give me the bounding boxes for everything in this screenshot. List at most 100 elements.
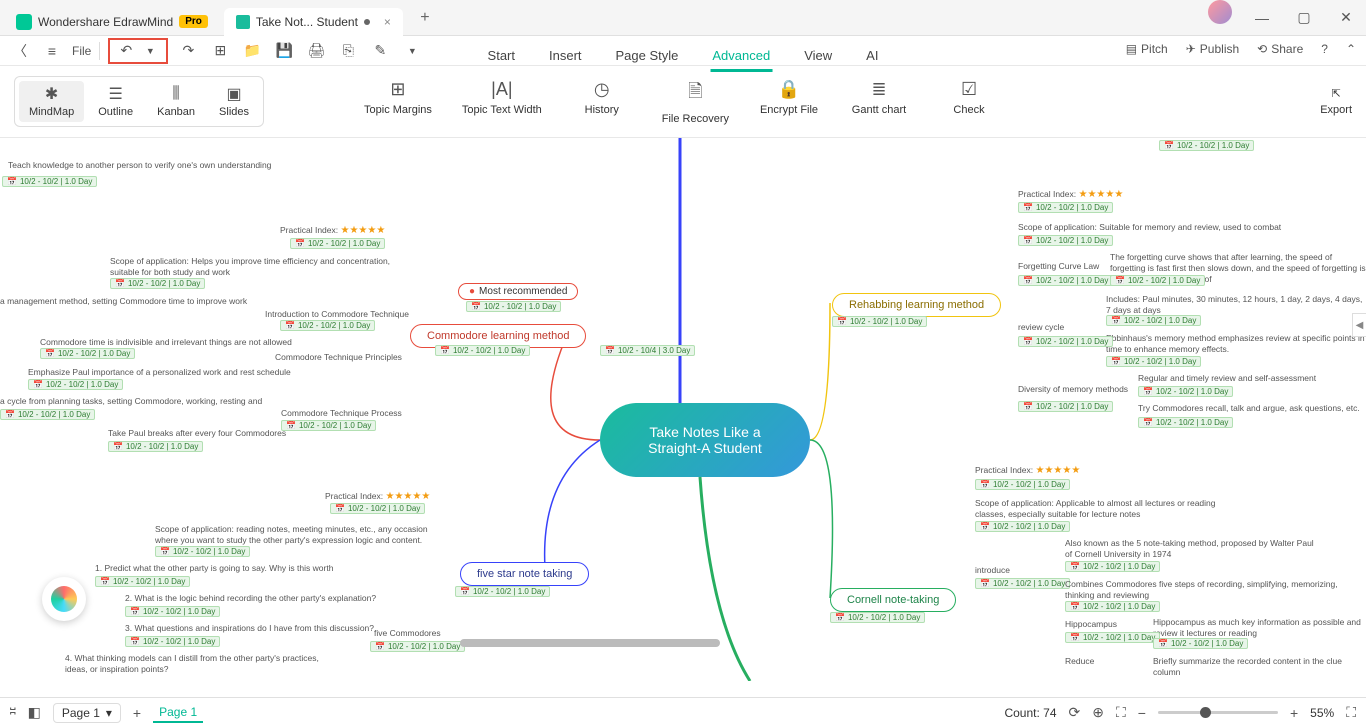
file-tab[interactable]: Take Not... Student × <box>224 8 403 36</box>
dtr4[interactable]: 10/2 - 10/2 | 1.0 Day <box>1106 315 1201 326</box>
text-scope-comm[interactable]: Scope of application: Helps you improve … <box>110 256 400 278</box>
dt2[interactable]: 10/2 - 10/2 | 1.0 Day <box>290 238 385 249</box>
fit-icon[interactable]: ⛶ <box>1116 704 1126 721</box>
dt1[interactable]: 10/2 - 10/2 | 1.0 Day <box>2 176 97 187</box>
zoom-slider[interactable] <box>1158 711 1278 714</box>
close-tab-icon[interactable]: × <box>384 15 391 29</box>
dt13b[interactable]: 10/2 - 10/2 | 1.0 Day <box>370 641 465 652</box>
text-teach[interactable]: Teach knowledge to another person to ver… <box>8 160 271 171</box>
date-commodore[interactable]: 10/2 - 10/2 | 1.0 Day <box>435 345 530 356</box>
open-icon[interactable]: 📁 <box>240 39 264 63</box>
text-q2[interactable]: 2. What is the logic behind recording th… <box>125 593 376 604</box>
text-includes[interactable]: Includes: Paul minutes, 30 minutes, 12 h… <box>1106 294 1366 316</box>
menu-icon[interactable]: ≡ <box>40 39 64 63</box>
dtc6b[interactable]: 10/2 - 10/2 | 1.0 Day <box>1153 638 1248 649</box>
text-try[interactable]: Try Commodores recall, talk and argue, a… <box>1138 403 1360 414</box>
label-practical-l[interactable]: Practical Index: ★★★★★ <box>280 224 385 237</box>
text-breaks[interactable]: Take Paul breaks after every four Commod… <box>108 428 286 439</box>
label-review-cycle[interactable]: review cycle <box>1018 322 1064 333</box>
dtr5b[interactable]: 10/2 - 10/2 | 1.0 Day <box>1106 356 1201 367</box>
dt7b[interactable]: 10/2 - 10/2 | 1.0 Day <box>281 420 376 431</box>
view-outline[interactable]: ☰Outline <box>88 81 143 122</box>
panel-icon[interactable]: ◧ <box>28 704 41 721</box>
user-avatar[interactable] <box>1208 0 1232 24</box>
text-q4[interactable]: 4. What thinking models can I distill fr… <box>65 653 325 675</box>
dtr2[interactable]: 10/2 - 10/2 | 1.0 Day <box>1018 235 1113 246</box>
zoom-out-icon[interactable]: − <box>1138 705 1146 721</box>
text-scope-cornell[interactable]: Scope of application: Applicable to almo… <box>975 498 1245 520</box>
ai-fab-button[interactable] <box>42 577 86 621</box>
horizontal-scrollbar[interactable] <box>460 639 720 647</box>
add-page-button[interactable]: + <box>133 705 141 721</box>
text-q3[interactable]: 3. What questions and inspirations do I … <box>125 623 374 634</box>
label-process[interactable]: Commodore Technique Process <box>281 408 402 419</box>
badge-recommended[interactable]: ●Most recommended <box>458 283 578 300</box>
menu-insert[interactable]: Insert <box>547 42 584 72</box>
more-icon[interactable]: ▼ <box>400 39 424 63</box>
new-icon[interactable]: ⊞ <box>208 39 232 63</box>
history-button[interactable]: ◷History <box>572 79 632 125</box>
label-principles[interactable]: Commodore Technique Principles <box>275 352 402 363</box>
export-quick-icon[interactable]: ⎘ <box>336 39 360 63</box>
app-tab[interactable]: Wondershare EdrawMind Pro <box>4 8 220 36</box>
dtr5[interactable]: 10/2 - 10/2 | 1.0 Day <box>1018 336 1113 347</box>
dtc6[interactable]: 10/2 - 10/2 | 1.0 Day <box>1065 632 1160 643</box>
dtr3b[interactable]: 10/2 - 10/2 | 1.0 Day <box>1110 275 1205 286</box>
dt9[interactable]: 10/2 - 10/2 | 1.0 Day <box>330 503 425 514</box>
topic-text-width-button[interactable]: |A|Topic Text Width <box>462 79 542 125</box>
dt7[interactable]: 10/2 - 10/2 | 1.0 Day <box>0 409 95 420</box>
text-emphasize[interactable]: Emphasize Paul importance of a personali… <box>28 367 291 378</box>
minimize-button[interactable]: — <box>1242 0 1282 36</box>
label-diversity[interactable]: Diversity of memory methods <box>1018 384 1128 395</box>
gantt-button[interactable]: ≣Gantt chart <box>849 79 909 125</box>
label-practical-2[interactable]: Practical Index: ★★★★★ <box>325 490 430 503</box>
label-intro[interactable]: Introduction to Commodore Technique <box>265 309 409 320</box>
dt11[interactable]: 10/2 - 10/2 | 1.0 Day <box>95 576 190 587</box>
dt4[interactable]: 10/2 - 10/2 | 1.0 Day <box>280 320 375 331</box>
dt6[interactable]: 10/2 - 10/2 | 1.0 Day <box>28 379 123 390</box>
zoom-in-icon[interactable]: + <box>1290 705 1298 721</box>
dt12[interactable]: 10/2 - 10/2 | 1.0 Day <box>125 606 220 617</box>
mindmap-canvas[interactable]: Take Notes Like a Straight-A Student Com… <box>0 138 1366 681</box>
dtr7[interactable]: 10/2 - 10/2 | 1.0 Day <box>1138 417 1233 428</box>
dt8[interactable]: 10/2 - 10/2 | 1.0 Day <box>108 441 203 452</box>
date-badge[interactable]: 10/2 - 10/2 | 1.0 Day <box>466 301 561 312</box>
collapse-ribbon-icon[interactable]: ⌃ <box>1346 42 1356 56</box>
date-fivestar[interactable]: 10/2 - 10/2 | 1.0 Day <box>455 586 550 597</box>
label-practical-c[interactable]: Practical Index: ★★★★★ <box>975 464 1080 477</box>
topic-margins-button[interactable]: ⊞Topic Margins <box>364 79 432 125</box>
text-mgmt[interactable]: a management method, setting Commodore t… <box>0 296 247 307</box>
close-window-button[interactable]: ✕ <box>1326 0 1366 36</box>
dtc3[interactable]: 10/2 - 10/2 | 1.0 Day <box>1065 561 1160 572</box>
check-button[interactable]: ☑Check <box>939 79 999 125</box>
view-mindmap[interactable]: ✱MindMap <box>19 81 84 122</box>
text-cornell-intro[interactable]: Also known as the 5 note-taking method, … <box>1065 538 1315 560</box>
node-fivestar[interactable]: five star note taking <box>460 562 589 586</box>
central-topic[interactable]: Take Notes Like a Straight-A Student <box>600 403 810 477</box>
dtc5[interactable]: 10/2 - 10/2 | 1.0 Day <box>1065 601 1160 612</box>
label-forgetting[interactable]: Forgetting Curve Law <box>1018 261 1099 272</box>
text-scope-five[interactable]: Scope of application: reading notes, mee… <box>155 524 435 546</box>
dtc1[interactable]: 10/2 - 10/2 | 1.0 Day <box>975 479 1070 490</box>
dt5[interactable]: 10/2 - 10/2 | 1.0 Day <box>40 348 135 359</box>
dtr1[interactable]: 10/2 - 10/2 | 1.0 Day <box>1018 202 1113 213</box>
side-panel-handle[interactable]: ◀ <box>1352 313 1366 337</box>
date-cornell[interactable]: 10/2 - 10/2 | 1.0 Day <box>830 612 925 623</box>
text-reduce[interactable]: Briefly summarize the recorded content i… <box>1153 656 1366 678</box>
target-icon[interactable]: ⊕ <box>1092 704 1104 721</box>
label-practical-r[interactable]: Practical Index: ★★★★★ <box>1018 188 1123 201</box>
export-button[interactable]: ⇱Export <box>1320 87 1352 116</box>
encrypt-button[interactable]: 🔒Encrypt File <box>759 79 819 125</box>
text-indiv[interactable]: Commodore time is indivisible and irrele… <box>40 337 292 348</box>
undo-icon[interactable]: ↶ <box>114 39 138 63</box>
pitch-button[interactable]: ▤ Pitch <box>1126 42 1168 56</box>
maximize-button[interactable]: ▢ <box>1284 0 1324 36</box>
outline-panel-icon[interactable]: ⎶ <box>10 704 16 721</box>
text-combines[interactable]: Combines Commodores five steps of record… <box>1065 579 1355 601</box>
file-menu[interactable]: File <box>72 39 91 63</box>
edit-icon[interactable]: ✎ <box>368 39 392 63</box>
dtr3[interactable]: 10/2 - 10/2 | 1.0 Day <box>1018 275 1113 286</box>
node-rehabbing[interactable]: Rehabbing learning method <box>832 293 1001 317</box>
node-cornell[interactable]: Cornell note-taking <box>830 588 956 612</box>
dtc4[interactable]: 10/2 - 10/2 | 1.0 Day <box>975 578 1070 589</box>
